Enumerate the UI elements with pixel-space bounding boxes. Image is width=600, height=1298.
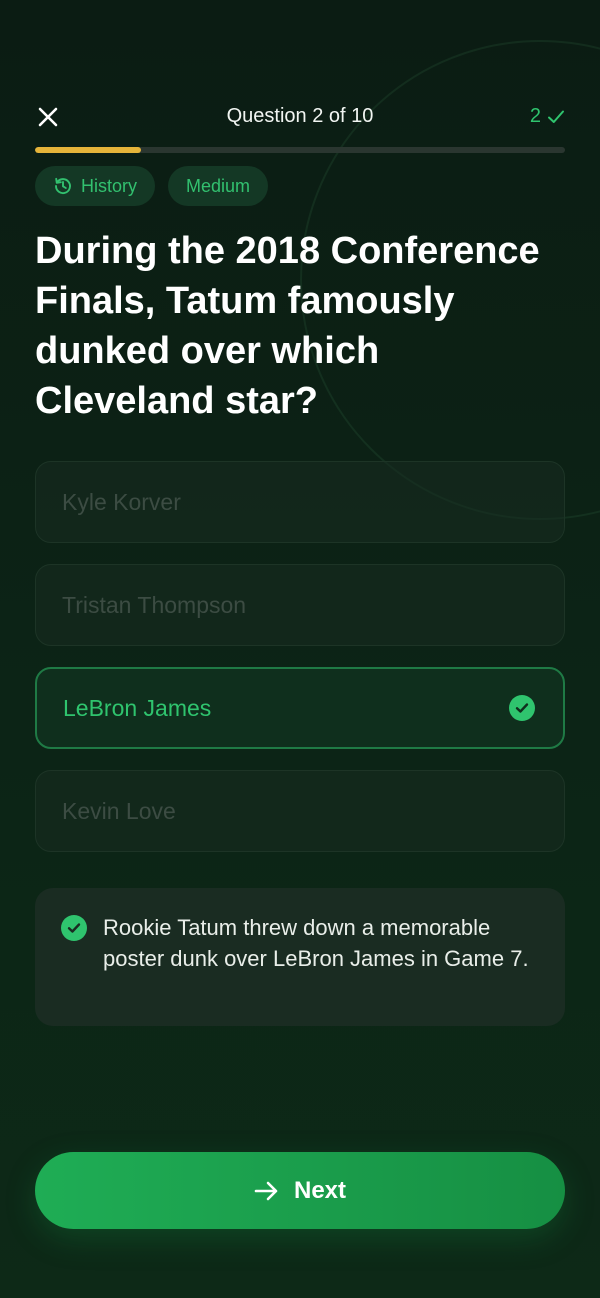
top-bar: Question 2 of 10 2 <box>35 100 565 136</box>
option-kyle-korver[interactable]: Kyle Korver <box>35 461 565 543</box>
check-circle-icon <box>61 915 87 941</box>
tag-label: Medium <box>186 175 251 196</box>
question-counter: Question 2 of 10 <box>226 105 374 127</box>
progress-fill <box>35 147 141 153</box>
explanation-card: Rookie Tatum threw down a memorable post… <box>35 888 565 1026</box>
option-label: Tristan Thompson <box>62 591 247 618</box>
next-button[interactable]: Next <box>35 1152 565 1229</box>
tag-category: History <box>35 166 156 206</box>
option-label: Kevin Love <box>62 797 176 824</box>
tag-difficulty: Medium <box>168 166 269 206</box>
score-value: 2 <box>529 105 541 127</box>
option-tristan-thompson[interactable]: Tristan Thompson <box>35 564 565 646</box>
quiz-screen: Question 2 of 10 2 History Medium During… <box>0 0 600 1298</box>
explanation-text: Rookie Tatum threw down a memorable post… <box>103 915 529 971</box>
correct-check-icon <box>509 695 535 721</box>
option-kevin-love[interactable]: Kevin Love <box>35 770 565 852</box>
history-icon <box>55 177 71 195</box>
option-label: LeBron James <box>63 694 212 721</box>
progress-bar <box>35 147 565 153</box>
check-icon <box>548 110 564 123</box>
tag-label: History <box>81 175 138 196</box>
answer-options: Kyle Korver Tristan Thompson LeBron Jame… <box>35 461 565 873</box>
question-text: During the 2018 Conference Finals, Tatum… <box>35 230 540 422</box>
next-button-label: Next <box>293 1176 347 1204</box>
score-indicator: 2 <box>530 105 565 128</box>
tag-list: History Medium <box>35 166 269 206</box>
option-label: Kyle Korver <box>62 488 181 515</box>
option-lebron-james[interactable]: LeBron James <box>35 667 565 749</box>
arrow-right-icon <box>254 1181 278 1200</box>
